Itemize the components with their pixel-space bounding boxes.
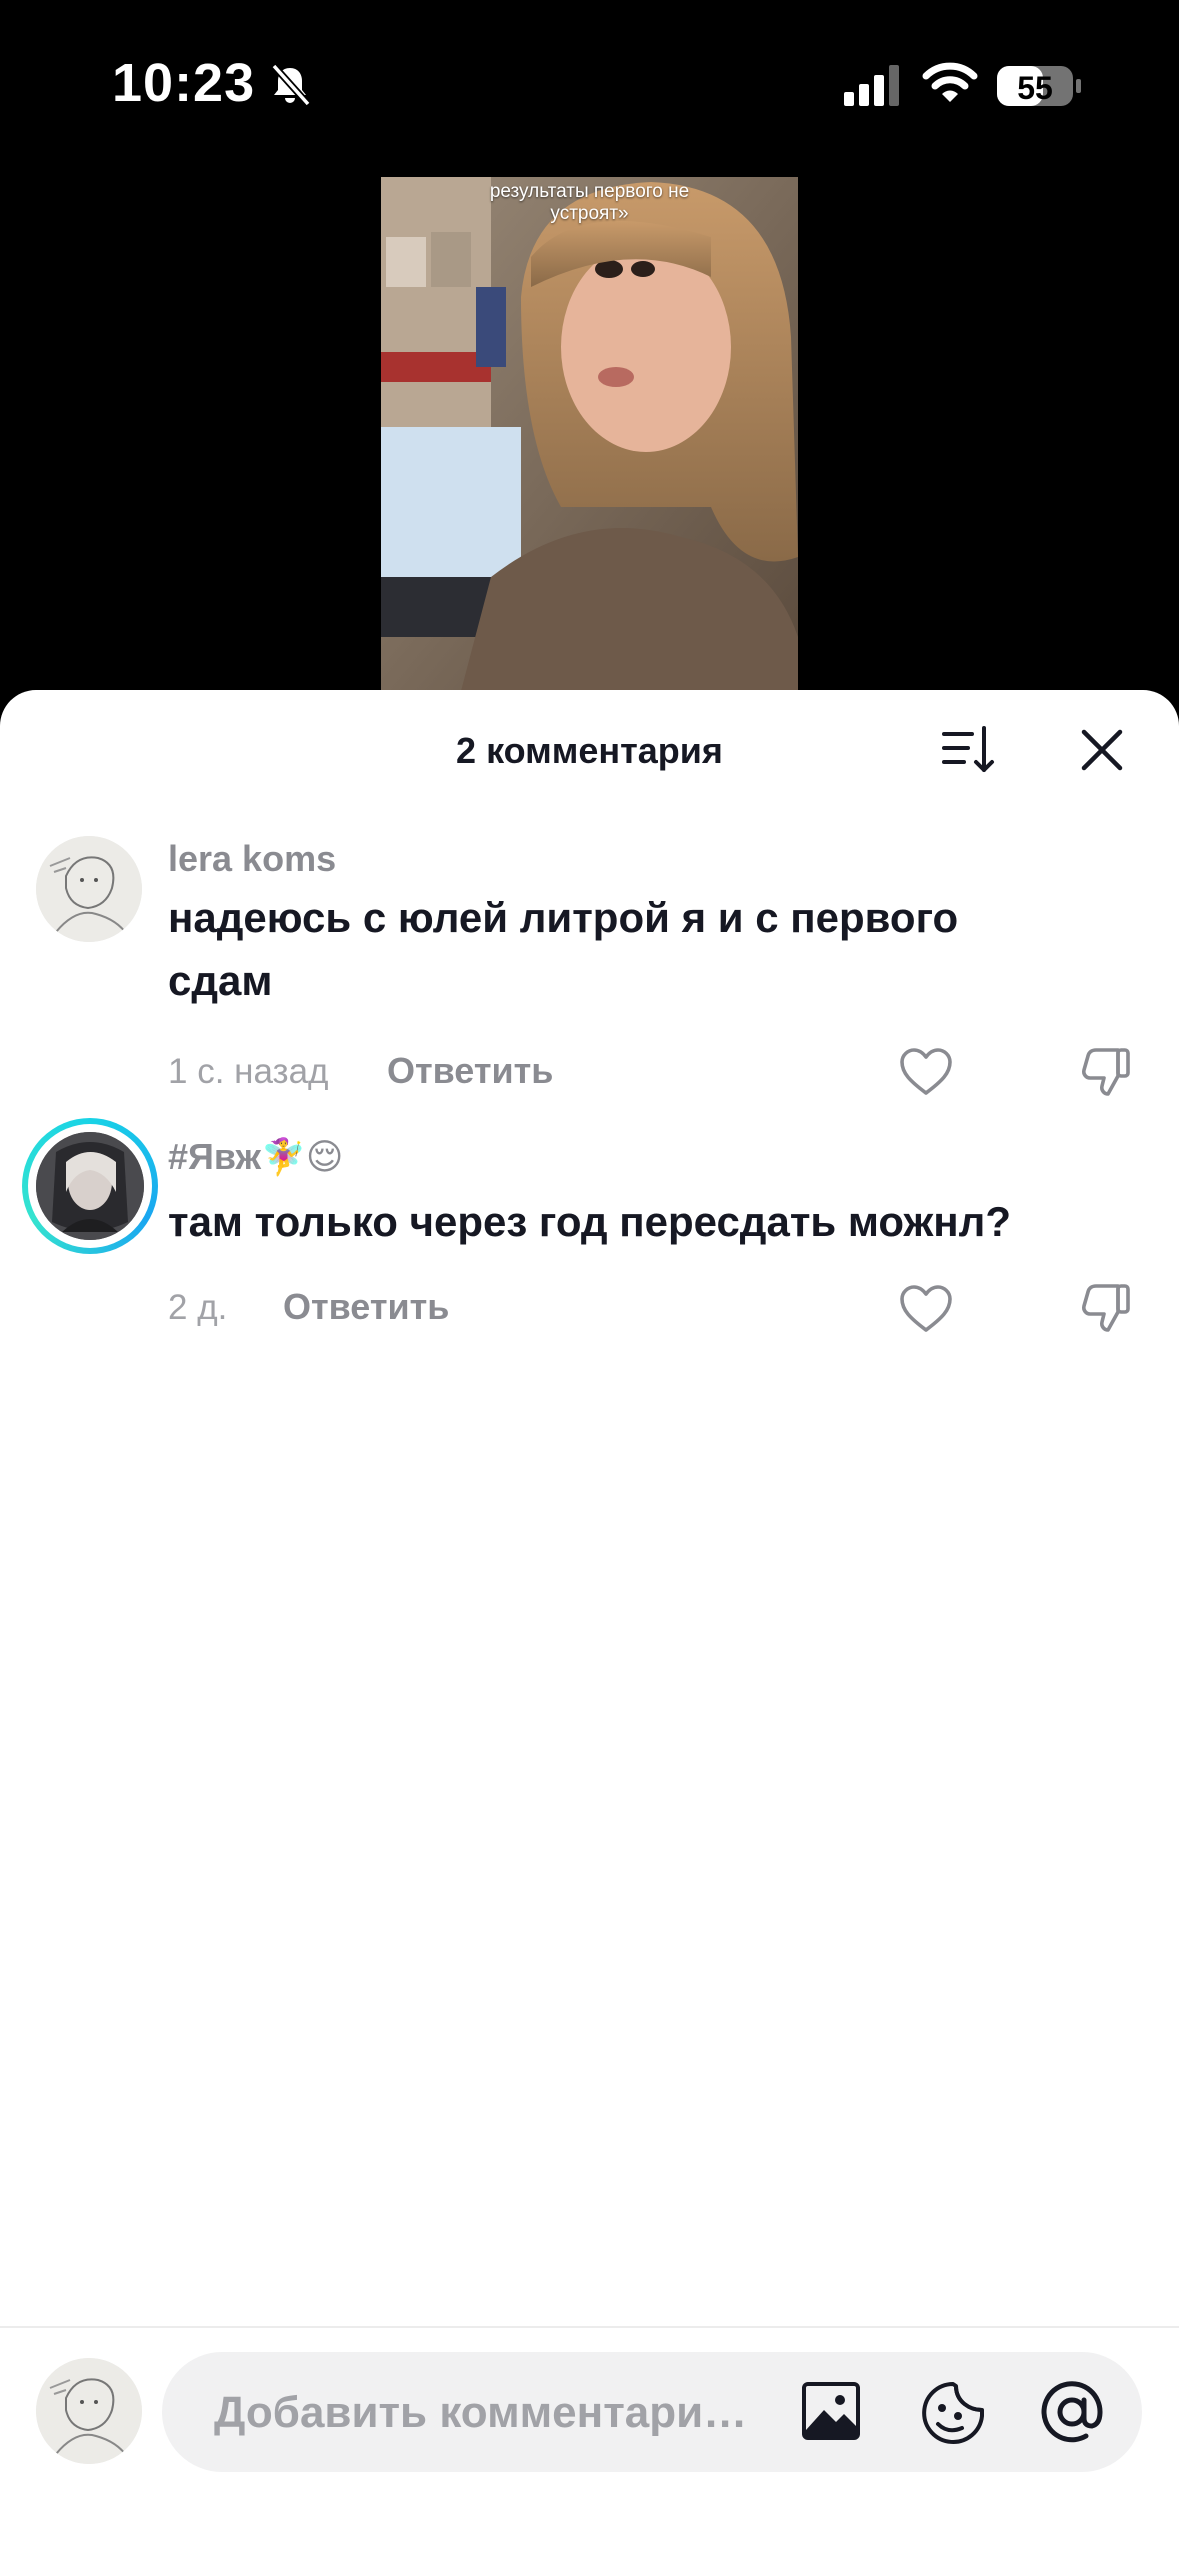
comments-sheet: 2 комментария lera koms надеюсь с юлей л…: [0, 690, 1179, 2556]
battery-level: 55: [1017, 70, 1053, 106]
bell-slash-icon: [271, 63, 311, 107]
comment-username[interactable]: lera koms: [168, 838, 336, 880]
video-caption: результаты первого не устроят»: [381, 181, 798, 225]
comment-input-placeholder[interactable]: Добавить комментари…: [214, 2388, 747, 2438]
comment-text: там только через год пересдать можнл?: [168, 1198, 1011, 1245]
sort-icon[interactable]: [938, 720, 998, 780]
heart-icon[interactable]: [898, 1046, 954, 1098]
my-avatar: [36, 2358, 142, 2464]
thumbs-down-icon[interactable]: [1078, 1280, 1134, 1336]
video-preview[interactable]: результаты первого не устроят»: [381, 177, 798, 691]
signal-icon: [844, 65, 899, 106]
avatar: [36, 1132, 144, 1240]
comments-count-title: 2 комментария: [456, 730, 723, 771]
heart-icon[interactable]: [898, 1283, 954, 1335]
at-icon[interactable]: [1038, 2378, 1106, 2446]
avatar[interactable]: [36, 836, 142, 942]
comment-time: 1 с. назад: [168, 1052, 329, 1091]
thumbs-down-icon[interactable]: [1078, 1044, 1134, 1100]
caption-line: устроят»: [550, 203, 629, 224]
caption-line: результаты первого не: [489, 181, 690, 202]
battery-icon: 55: [996, 64, 1082, 108]
sticker-icon[interactable]: [920, 2380, 986, 2446]
image-icon[interactable]: [800, 2380, 862, 2442]
reply-button[interactable]: Ответить: [283, 1286, 449, 1328]
comment-input[interactable]: Добавить комментари…: [162, 2352, 1142, 2472]
comment-text: надеюсь с юлей литрой я и с первого сдам: [168, 894, 959, 1004]
comment-time: 2 д.: [168, 1288, 228, 1327]
status-bar: 10:23 55: [0, 0, 1179, 170]
story-ring[interactable]: [22, 1118, 158, 1254]
video-frame: [381, 177, 798, 691]
comment-username[interactable]: #Явж🧚‍♀️😌: [168, 1136, 343, 1178]
wifi-icon: [922, 62, 978, 102]
composer-divider: [0, 2326, 1179, 2328]
status-time: 10:23: [112, 53, 256, 113]
close-icon[interactable]: [1078, 722, 1126, 778]
reply-button[interactable]: Ответить: [387, 1050, 553, 1092]
